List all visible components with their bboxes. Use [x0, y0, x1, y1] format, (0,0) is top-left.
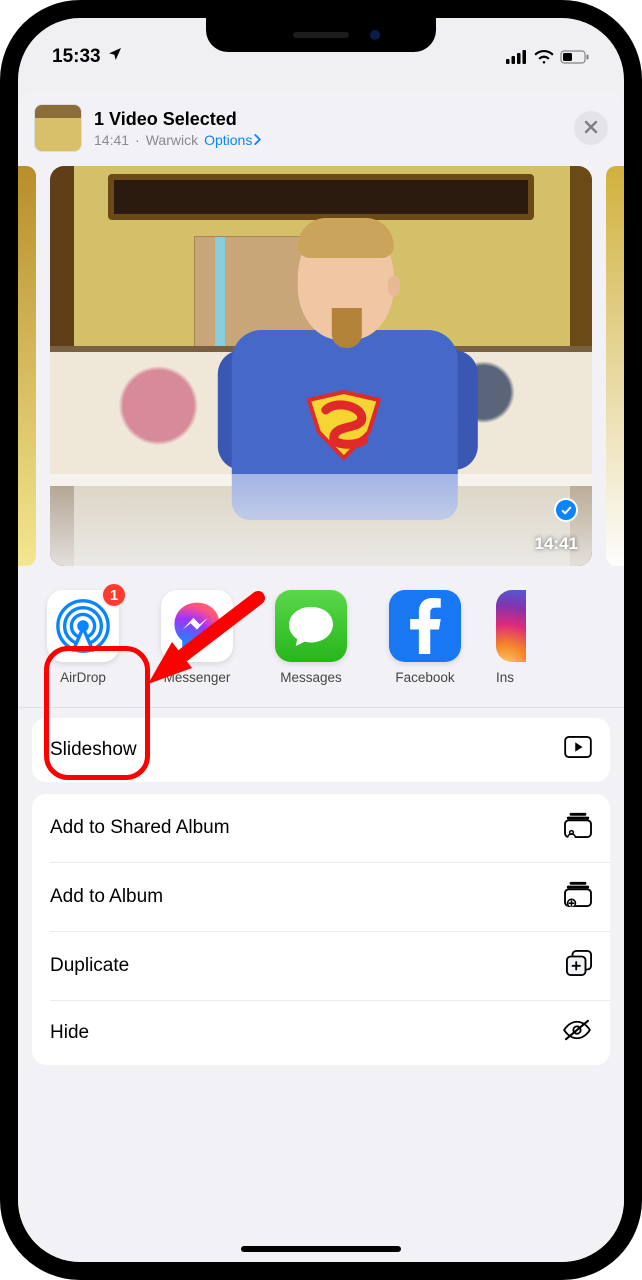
notch [206, 18, 436, 52]
preview-scroller[interactable]: 14:41 [18, 166, 624, 582]
instagram-icon [496, 590, 526, 662]
chevron-right-icon [254, 132, 262, 148]
selection-checkmark-icon[interactable] [554, 498, 578, 522]
device-frame: 15:33 1 Vi [0, 0, 642, 1280]
status-time: 15:33 [52, 46, 101, 68]
add-album-icon [564, 881, 592, 913]
close-button[interactable] [574, 111, 608, 145]
share-app-airdrop[interactable]: 1 AirDrop [40, 590, 126, 685]
messenger-label: Messenger [164, 670, 231, 685]
share-app-instagram[interactable]: Ins [496, 590, 526, 685]
prev-item-edge[interactable] [18, 166, 36, 566]
shared-album-icon [564, 812, 592, 844]
video-preview[interactable]: 14:41 [50, 166, 592, 566]
actions-list: Slideshow Add to Shared Album [18, 708, 624, 1065]
battery-icon [560, 50, 590, 64]
action-hide[interactable]: Hide [32, 1001, 610, 1065]
action-slideshow[interactable]: Slideshow [32, 718, 610, 782]
home-indicator[interactable] [241, 1246, 401, 1252]
cellular-icon [506, 50, 528, 64]
sheet-title: 1 Video Selected [94, 109, 574, 130]
app-share-row[interactable]: 1 AirDrop Messenger [18, 582, 624, 708]
timestamp: 14:41 [94, 132, 129, 148]
airdrop-label: AirDrop [60, 670, 106, 685]
location-label: Warwick [146, 132, 198, 148]
duplicate-icon [566, 950, 592, 982]
screen: 15:33 1 Vi [18, 18, 624, 1262]
facebook-icon [389, 590, 461, 662]
messages-icon [275, 590, 347, 662]
selection-thumbnail[interactable] [34, 104, 82, 152]
share-app-messages[interactable]: Messages [268, 590, 354, 685]
action-add-shared-album[interactable]: Add to Shared Album [32, 794, 610, 862]
messenger-icon [161, 590, 233, 662]
instagram-label: Ins [496, 670, 526, 685]
action-add-album[interactable]: Add to Album [32, 863, 610, 931]
share-sheet: 1 Video Selected 14:41 · Warwick Options [18, 90, 624, 1262]
action-card-slideshow: Slideshow [32, 718, 610, 782]
action-duplicate[interactable]: Duplicate [32, 932, 610, 1000]
airdrop-icon: 1 [47, 590, 119, 662]
sheet-subtitle: 14:41 · Warwick Options [94, 132, 574, 148]
next-item-edge[interactable] [606, 166, 624, 566]
location-arrow-icon [107, 46, 123, 68]
action-card-group: Add to Shared Album Add to Album [32, 794, 610, 1065]
share-app-messenger[interactable]: Messenger [154, 590, 240, 685]
messages-label: Messages [280, 670, 342, 685]
facebook-label: Facebook [395, 670, 454, 685]
video-duration: 14:41 [535, 534, 578, 554]
play-rect-icon [564, 736, 592, 764]
eye-slash-icon [562, 1019, 592, 1047]
share-app-facebook[interactable]: Facebook [382, 590, 468, 685]
airdrop-badge: 1 [101, 582, 127, 608]
sheet-header: 1 Video Selected 14:41 · Warwick Options [18, 90, 624, 166]
close-icon [584, 118, 598, 139]
wifi-icon [534, 50, 554, 64]
options-link[interactable]: Options [204, 132, 262, 148]
